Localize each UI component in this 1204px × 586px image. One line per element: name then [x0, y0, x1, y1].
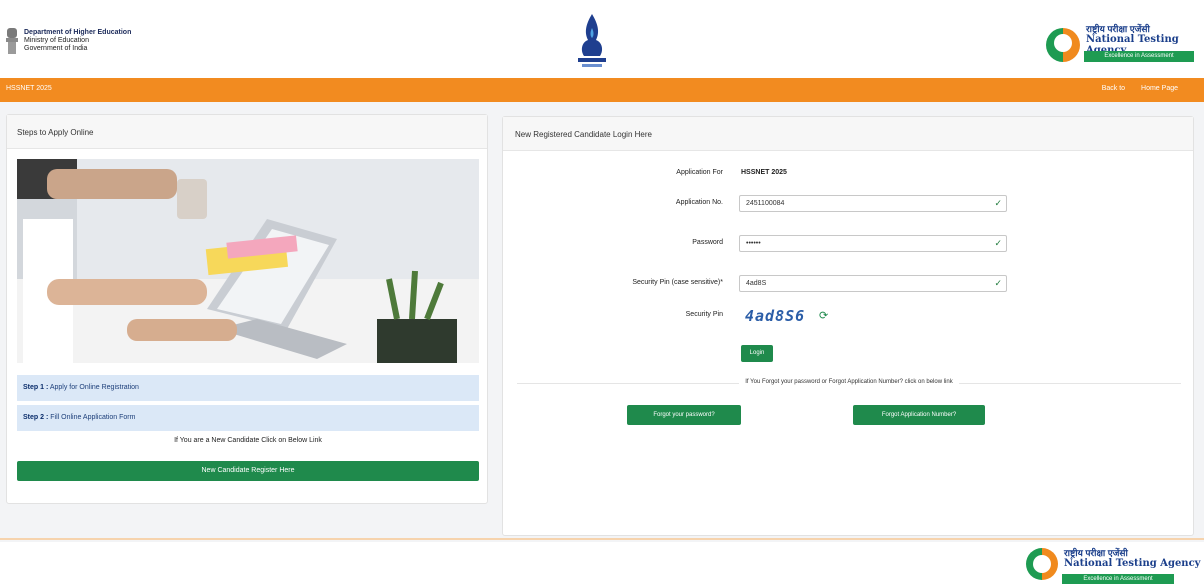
site-header: Department of Higher Education Ministry … [0, 0, 1204, 78]
application-for-label: Application For [676, 169, 723, 176]
laptop-illustration [17, 159, 479, 363]
steps-panel: Steps to Apply Online Step 1 : Apply for… [6, 114, 488, 504]
security-pin-label: Security Pin [685, 311, 723, 318]
password-label: Password [692, 239, 723, 246]
security-pin-input-label: Security Pin (case sensitive)* [632, 279, 723, 286]
forgot-text-label: If You Forgot your password or Forgot Ap… [739, 379, 959, 385]
national-emblem-icon [6, 28, 18, 54]
new-candidate-register-button[interactable]: New Candidate Register Here [17, 461, 479, 481]
top-nav-bar: HSSNET 2025 Back to Home Page [0, 78, 1204, 102]
step-2-label: Step 2 : [23, 414, 49, 421]
footer-nta-english-name: National Testing Agency [1064, 558, 1201, 569]
login-panel-title: New Registered Candidate Login Here [503, 117, 1193, 151]
hero-image [17, 159, 479, 363]
step-1-label: Step 1 : [23, 384, 49, 391]
ministry-line-2: Ministry of Education [24, 37, 89, 44]
step-2[interactable]: Step 2 : Fill Online Application Form [17, 405, 479, 431]
footer-nta-logo-center [1033, 555, 1051, 573]
valid-check-icon: ✓ [994, 238, 1002, 248]
application-no-value: 2451100084 [746, 200, 785, 207]
ministry-name: Department of Higher Education Ministry … [24, 29, 131, 53]
refresh-captcha-icon[interactable]: ⟳ [819, 309, 828, 322]
password-value: •••••• [746, 240, 761, 247]
valid-check-icon: ✓ [994, 198, 1002, 208]
steps-panel-title: Steps to Apply Online [7, 115, 487, 149]
ministry-line-3: Government of India [24, 45, 88, 52]
forgot-password-button[interactable]: Forgot your password? [627, 405, 741, 425]
application-no-input[interactable]: 2451100084 ✓ [739, 195, 1007, 212]
application-no-label: Application No. [675, 199, 723, 206]
forgot-text: If You Forgot your password or Forgot Ap… [503, 379, 1195, 385]
nav-link-home[interactable]: Home Page [1141, 85, 1178, 92]
application-for-value: HSSNET 2025 [741, 169, 787, 176]
nav-link-back[interactable]: Back to [1102, 85, 1125, 92]
footer-divider [0, 538, 1204, 540]
password-input[interactable]: •••••• ✓ [739, 235, 1007, 252]
step-1[interactable]: Step 1 : Apply for Online Registration [17, 375, 479, 401]
login-panel: New Registered Candidate Login Here Appl… [502, 116, 1194, 536]
ministry-line-1: Department of Higher Education [24, 29, 132, 36]
exam-title: HSSNET 2025 [6, 85, 52, 92]
center-logo-icon [578, 14, 606, 67]
step-2-text: Fill Online Application Form [48, 414, 136, 421]
nta-tagline: Excellence in Assessment [1084, 51, 1194, 62]
captcha-image: 4ad8S6 [745, 307, 806, 325]
footer-nta-tagline: Excellence in Assessment [1062, 574, 1174, 584]
security-pin-input-value: 4ad8S [746, 280, 767, 287]
valid-check-icon: ✓ [994, 278, 1002, 288]
security-pin-input[interactable]: 4ad8S ✓ [739, 275, 1007, 292]
new-candidate-text: If You are a New Candidate Click on Belo… [174, 437, 322, 444]
forgot-application-number-button[interactable]: Forgot Application Number? [853, 405, 985, 425]
nta-logo-center [1054, 34, 1072, 52]
login-button[interactable]: Login [741, 345, 773, 362]
step-1-text: Apply for Online Registration [48, 384, 139, 391]
nav-links: Back to Home Page [1088, 85, 1178, 92]
